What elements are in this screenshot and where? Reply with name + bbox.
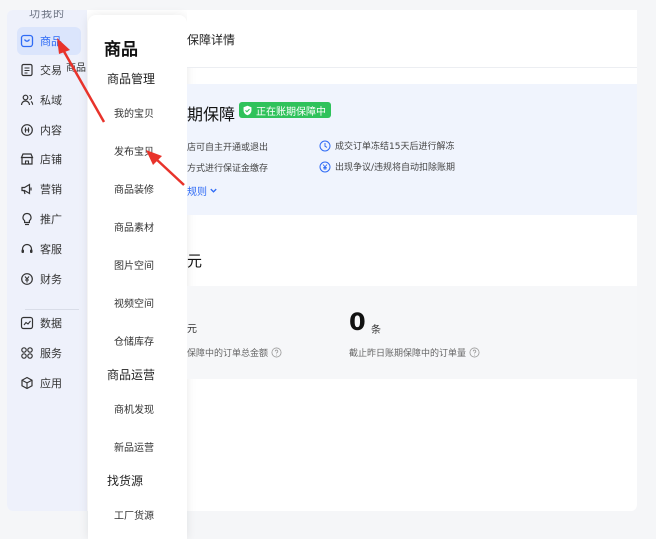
status-badge-label: 正在账期保障中 — [256, 106, 326, 118]
chevron-down-icon — [210, 188, 217, 193]
submenu-item-warehouse-stock[interactable]: 仓储库存 — [114, 333, 154, 348]
nav-hover-tooltip: 商品 — [66, 63, 86, 74]
nav-item-goods[interactable]: 商品 — [17, 27, 81, 55]
clock-icon — [319, 140, 331, 151]
nav-item-services[interactable]: 服务 — [17, 339, 81, 367]
nav-item-label: 服务 — [40, 347, 62, 360]
nav-item-service-chat[interactable]: 客服 — [17, 235, 81, 263]
submenu-item-item-materials[interactable]: 商品素材 — [114, 219, 154, 234]
nav-item-label: 私域 — [40, 94, 62, 107]
submenu-item-publish-item[interactable]: 发布宝贝 — [114, 143, 154, 158]
order-icon — [20, 63, 34, 77]
nav-item-label: 财务 — [40, 273, 62, 286]
nav-item-label: 内容 — [40, 124, 62, 137]
submenu-item-item-decoration[interactable]: 商品装修 — [114, 181, 154, 196]
users-icon — [20, 93, 34, 107]
guarantee-title: 期保障 — [187, 105, 236, 124]
status-badge: 正在账期保障中 — [239, 102, 331, 118]
total-amount-unit: 元 — [187, 324, 197, 335]
store-icon — [20, 152, 34, 166]
bag-icon — [20, 34, 34, 48]
nav-item-label: 推广 — [40, 213, 62, 226]
yuan-shield-icon — [319, 161, 331, 172]
bulb-icon — [20, 212, 34, 226]
nav-item-label: 商品 — [40, 35, 62, 48]
nav-item-store[interactable]: 店铺 — [17, 145, 81, 173]
submenu-item-video-space[interactable]: 视频空间 — [114, 295, 154, 310]
submenu-item-my-items[interactable]: 我的宝贝 — [114, 105, 154, 120]
benefit-text: 成交订单冻结15天后进行解冻 — [335, 142, 455, 152]
goods-submenu: 商品 商品管理 我的宝贝 发布宝贝 商品装修 商品素材 图片空间 视频空间 仓储… — [88, 15, 187, 539]
page-title: 保障详情 — [187, 33, 236, 47]
grid-icon — [20, 346, 34, 360]
nav-item-content[interactable]: 内容 — [17, 116, 81, 144]
deposit-amount-unit: 元 — [187, 252, 203, 270]
nav-item-label: 交易 — [40, 64, 62, 77]
stat-label-text: 截止昨日账期保障中的订单量 — [349, 349, 467, 359]
chart-icon — [20, 316, 34, 330]
benefit-text: 方式进行保证金缴存 — [187, 164, 269, 174]
content-icon — [20, 123, 34, 137]
submenu-title: 商品 — [104, 40, 138, 60]
nav-item-label: 应用 — [40, 377, 62, 390]
stat-label-text: 保障中的订单总金额 — [187, 349, 269, 359]
help-icon[interactable] — [271, 347, 282, 358]
nav-item-label: 客服 — [40, 243, 62, 256]
help-icon[interactable] — [469, 347, 480, 358]
order-count-label: 截止昨日账期保障中的订单量 — [349, 346, 480, 359]
benefit-item: 出现争议/违规将自动扣除账期 — [319, 160, 455, 173]
main-header: 保障详情 — [187, 10, 637, 68]
headset-icon — [20, 242, 34, 256]
megaphone-icon — [20, 182, 34, 196]
benefit-text: 出现争议/违规将自动扣除账期 — [335, 163, 456, 173]
order-count-unit: 条 — [371, 325, 381, 336]
submenu-item-opportunity[interactable]: 商机发现 — [114, 401, 154, 416]
benefit-item: 方式进行保证金缴存 — [187, 161, 268, 174]
order-count-value: 0 — [349, 308, 366, 336]
stats-panel: 元 保障中的订单总金额 0 条 截止昨日账期保障中的订单量 — [187, 286, 637, 379]
nav-item-apps[interactable]: 应用 — [17, 369, 81, 397]
left-nav: 功我的 商品 交易 私域 内容 店铺 营销 推广 客服 财务 数据 服务 应用 — [7, 10, 87, 511]
submenu-item-factory-source[interactable]: 工厂货源 — [114, 507, 154, 522]
submenu-item-image-space[interactable]: 图片空间 — [114, 257, 154, 272]
finance-icon — [20, 272, 34, 286]
benefit-text: 店可自主开通或退出 — [187, 143, 269, 153]
nav-item-private[interactable]: 私域 — [17, 86, 81, 114]
nav-item-finance[interactable]: 财务 — [17, 265, 81, 293]
submenu-group-sourcing: 找货源 — [107, 474, 144, 488]
nav-item-marketing[interactable]: 营销 — [17, 175, 81, 203]
cube-icon — [20, 376, 34, 390]
rules-link[interactable]: 规则 — [187, 183, 218, 198]
benefit-item: 成交订单冻结15天后进行解冻 — [319, 139, 454, 152]
nav-item-promotion[interactable]: 推广 — [17, 205, 81, 233]
nav-item-label: 店铺 — [40, 153, 62, 166]
submenu-group-goods-management: 商品管理 — [107, 72, 156, 86]
shield-check-icon — [243, 105, 252, 115]
submenu-item-new-item-operation[interactable]: 新品运营 — [114, 439, 154, 454]
nav-item-data[interactable]: 数据 — [17, 309, 81, 337]
nav-item-label: 数据 — [40, 317, 62, 330]
nav-top-cut-text: 功我的 — [29, 10, 65, 20]
submenu-group-goods-operation: 商品运营 — [107, 368, 156, 382]
benefit-item: 店可自主开通或退出 — [187, 140, 268, 153]
guarantee-panel: 期保障 正在账期保障中 店可自主开通或退出 成交订单冻结15天后进行解冻 方式进… — [187, 84, 637, 215]
total-amount-label: 保障中的订单总金额 — [187, 346, 282, 359]
nav-item-label: 营销 — [40, 183, 62, 196]
rules-link-label: 规则 — [187, 187, 207, 198]
